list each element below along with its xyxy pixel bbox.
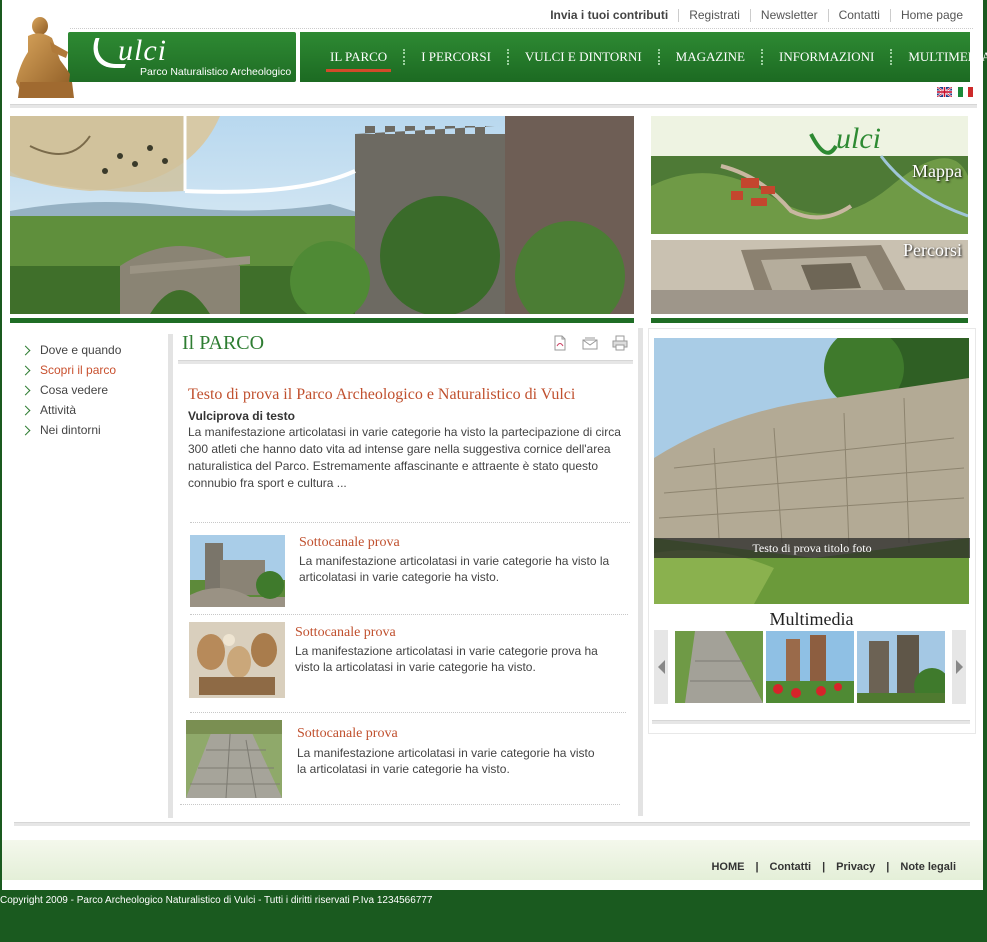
carousel-prev-arrow-icon[interactable] <box>654 630 668 704</box>
sub-item-body: La manifestazione articolatasi in varie … <box>299 554 610 584</box>
carousel-thumb-road[interactable] <box>675 631 763 703</box>
footer-legal-link[interactable]: Note legali <box>889 861 967 873</box>
chevron-right-icon <box>20 385 31 395</box>
left-menu-label: Cosa vedere <box>40 383 109 397</box>
footer-home-link[interactable]: HOME <box>700 861 755 873</box>
italy-flag-icon[interactable] <box>958 87 973 97</box>
carousel-next-arrow-icon[interactable] <box>952 630 966 704</box>
submit-contributions-link[interactable]: Invia i tuoi contributi <box>540 8 678 22</box>
left-menu-dove-e-quando[interactable]: Dove e quando <box>20 340 122 360</box>
nav-multimedia[interactable]: MULTIMEDIA <box>892 49 987 65</box>
left-menu-label: Attività <box>40 403 77 417</box>
map-label: Mappa <box>912 161 962 181</box>
email-icon[interactable] <box>582 335 598 351</box>
uk-flag-icon[interactable] <box>937 87 952 97</box>
page-tools <box>552 335 628 351</box>
top-divider <box>70 28 973 29</box>
header-divider <box>10 104 977 108</box>
chevron-right-icon <box>20 405 31 415</box>
left-column-divider <box>168 334 173 818</box>
list-divider <box>180 804 620 805</box>
list-item[interactable]: Sottocanale prova La manifestazione arti… <box>186 718 632 802</box>
etruscan-statue-icon <box>16 17 74 98</box>
multimedia-bottom-divider <box>652 720 970 724</box>
copyright-text: Copyright 2009 - Parco Archeologico Natu… <box>0 895 433 906</box>
carousel-thumb-tower[interactable] <box>857 631 945 703</box>
article-title[interactable]: Testo di prova il Parco Archeologico e N… <box>188 386 575 404</box>
print-icon[interactable] <box>612 335 628 351</box>
content-bottom-divider <box>14 822 970 826</box>
nav-magazine[interactable]: MAGAZINE <box>660 49 761 65</box>
article-subtitle: Vulciprova di testo <box>188 409 295 423</box>
routes-label: Percorsi <box>903 240 962 260</box>
main-nav: IL PARCO I PERCORSI VULCI E DINTORNI MAG… <box>300 32 987 82</box>
left-menu-cosa-vedere[interactable]: Cosa vedere <box>20 380 121 400</box>
right-column-divider <box>638 328 643 816</box>
sub-item-title[interactable]: Sottocanale prova <box>297 726 398 742</box>
left-menu-attivita[interactable]: Attività <box>20 400 121 420</box>
road-thumbnail <box>186 720 282 798</box>
hero-green-bar <box>10 318 634 323</box>
map-promo-logo: ulci <box>836 122 881 155</box>
logo-subtitle: Parco Naturalistico Archeologico <box>140 66 292 78</box>
left-menu-label: Nei dintorni <box>40 423 101 437</box>
list-divider <box>190 614 628 615</box>
map-promo[interactable]: ulci Mappa <box>651 116 968 234</box>
nav-vulci-e-dintorni[interactable]: VULCI E DINTORNI <box>509 49 658 65</box>
site-logo[interactable]: ulci Parco Naturalistico Archeologico <box>68 32 296 82</box>
footer-band <box>2 840 983 880</box>
logo-wordmark: ulci <box>118 34 167 67</box>
chevron-right-icon <box>20 365 31 375</box>
sub-item-title[interactable]: Sottocanale prova <box>295 625 396 641</box>
left-menu-nei-dintorni[interactable]: Nei dintorni <box>20 420 121 440</box>
nav-il-parco[interactable]: IL PARCO <box>314 49 403 72</box>
chevron-right-icon <box>20 425 31 435</box>
list-divider <box>190 712 626 713</box>
article-body: La manifestazione articolatasi in varie … <box>188 425 621 490</box>
language-switcher <box>937 87 973 97</box>
nav-i-percorsi[interactable]: I PERCORSI <box>405 49 507 65</box>
sub-item-title[interactable]: Sottocanale prova <box>299 535 400 551</box>
nav-informazioni[interactable]: INFORMAZIONI <box>763 49 890 65</box>
left-menu-label: Dove e quando <box>40 343 122 357</box>
list-item[interactable]: Sottocanale prova La manifestazione arti… <box>186 530 632 610</box>
home-page-link[interactable]: Home page <box>889 8 973 22</box>
footer-privacy-link[interactable]: Privacy <box>825 861 886 873</box>
section-title: Il PARCO <box>182 332 265 354</box>
chevron-right-icon <box>20 345 31 355</box>
pdf-icon[interactable] <box>552 335 568 351</box>
left-menu-scopri-il-parco[interactable]: Scopri il parco <box>20 360 121 380</box>
artifacts-thumbnail <box>189 622 285 698</box>
footer-contacts-link[interactable]: Contatti <box>759 861 823 873</box>
routes-promo[interactable]: Percorsi <box>651 240 968 314</box>
contacts-link[interactable]: Contatti <box>827 8 890 22</box>
footer-links: HOME | Contatti | Privacy | Note legali <box>700 861 967 873</box>
carousel-thumb-ruins-flowers[interactable] <box>766 631 854 703</box>
promo-green-bar <box>651 318 968 323</box>
castle-thumbnail <box>190 535 285 607</box>
hero-banner-image <box>10 116 634 314</box>
title-divider <box>178 360 633 364</box>
article-divider <box>190 522 630 523</box>
newsletter-link[interactable]: Newsletter <box>749 8 828 22</box>
sub-item-body: La manifestazione articolatasi in varie … <box>295 644 598 674</box>
photo-caption: Testo di prova titolo foto <box>654 538 970 558</box>
featured-photo[interactable] <box>654 338 969 604</box>
left-menu-label: Scopri il parco <box>40 363 117 377</box>
top-links: Invia i tuoi contributi Registrati Newsl… <box>540 6 973 24</box>
list-item[interactable]: Sottocanale prova La manifestazione arti… <box>186 620 632 702</box>
left-menu: Dove e quando Scopri il parco Cosa veder… <box>20 340 122 440</box>
multimedia-carousel <box>654 630 969 704</box>
register-link[interactable]: Registrati <box>678 8 750 22</box>
sub-item-body: La manifestazione articolatasi in varie … <box>297 746 595 776</box>
multimedia-title: Multimedia <box>769 609 854 629</box>
